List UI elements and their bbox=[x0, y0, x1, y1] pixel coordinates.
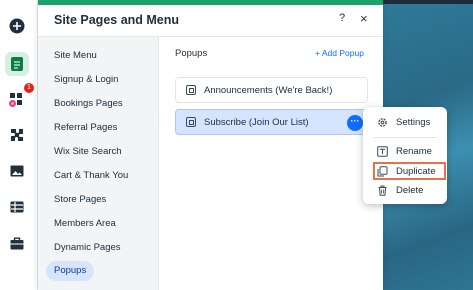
puzzle-icon bbox=[11, 129, 23, 141]
media-icon bbox=[10, 165, 24, 177]
popup-row-subscribe[interactable]: Subscribe (Join Our List) bbox=[175, 109, 368, 135]
site-pages-panel: Site Pages and Menu ? × Site Menu Signup… bbox=[38, 0, 383, 290]
canvas-top-bar bbox=[383, 0, 473, 4]
category-bookings-pages[interactable]: Bookings Pages bbox=[46, 94, 131, 114]
pages-menu-button[interactable] bbox=[5, 52, 29, 76]
portfolio-button[interactable] bbox=[5, 231, 29, 255]
menu-divider bbox=[373, 137, 437, 138]
menu-item-settings[interactable]: Settings bbox=[377, 115, 430, 129]
add-icon bbox=[9, 18, 25, 34]
media-button[interactable] bbox=[5, 159, 29, 183]
category-referral-pages[interactable]: Referral Pages bbox=[46, 118, 125, 138]
duplicate-highlight-box bbox=[373, 162, 446, 180]
menu-item-label: Delete bbox=[396, 184, 424, 196]
add-elements-button[interactable] bbox=[5, 14, 29, 38]
rename-icon bbox=[377, 145, 388, 157]
gear-icon bbox=[377, 117, 388, 128]
popup-row-label: Subscribe (Join Our List) bbox=[204, 116, 309, 128]
popup-icon bbox=[186, 117, 196, 127]
menu-item-label: Settings bbox=[396, 116, 431, 128]
popup-icon bbox=[186, 85, 196, 95]
panel-title: Site Pages and Menu bbox=[54, 13, 180, 27]
trash-icon bbox=[377, 185, 388, 196]
category-store-pages[interactable]: Store Pages bbox=[46, 190, 114, 210]
briefcase-icon bbox=[10, 237, 24, 249]
popup-row-label: Announcements (We're Back!) bbox=[204, 84, 333, 96]
category-members-area[interactable]: Members Area bbox=[46, 214, 124, 234]
menu-item-delete[interactable]: Delete bbox=[377, 183, 423, 197]
category-signup-login[interactable]: Signup & Login bbox=[46, 70, 126, 90]
category-dynamic-pages[interactable]: Dynamic Pages bbox=[46, 238, 129, 258]
panel-accent-bar bbox=[38, 0, 383, 5]
close-button[interactable]: × bbox=[360, 11, 368, 26]
business-apps-button[interactable] bbox=[5, 123, 29, 147]
category-popups[interactable]: Popups bbox=[46, 261, 95, 281]
notification-badge: 1 bbox=[24, 83, 34, 93]
popup-row-announcements[interactable]: Announcements (We're Back!) bbox=[175, 77, 368, 103]
category-wix-site-search[interactable]: Wix Site Search bbox=[46, 142, 130, 162]
add-popup-button[interactable]: + Add Popup bbox=[315, 48, 364, 58]
menu-item-label: Rename bbox=[396, 145, 432, 157]
table-icon bbox=[10, 201, 24, 213]
help-button[interactable]: ? bbox=[339, 12, 345, 24]
left-toolbar: 1 bbox=[0, 0, 38, 290]
pages-icon bbox=[11, 57, 23, 71]
category-cart-thank-you[interactable]: Cart & Thank You bbox=[46, 166, 136, 186]
popups-section-title: Popups bbox=[175, 48, 208, 59]
page-category-list: Site Menu Signup & Login Bookings Pages … bbox=[38, 37, 159, 290]
menu-item-rename[interactable]: Rename bbox=[377, 144, 432, 158]
cms-button[interactable] bbox=[5, 195, 29, 219]
apps-icon bbox=[9, 93, 22, 107]
category-site-menu[interactable]: Site Menu bbox=[46, 46, 105, 66]
more-actions-button[interactable]: ··· bbox=[347, 115, 363, 131]
popup-context-menu: Settings Rename Duplicate Delete bbox=[363, 107, 447, 204]
